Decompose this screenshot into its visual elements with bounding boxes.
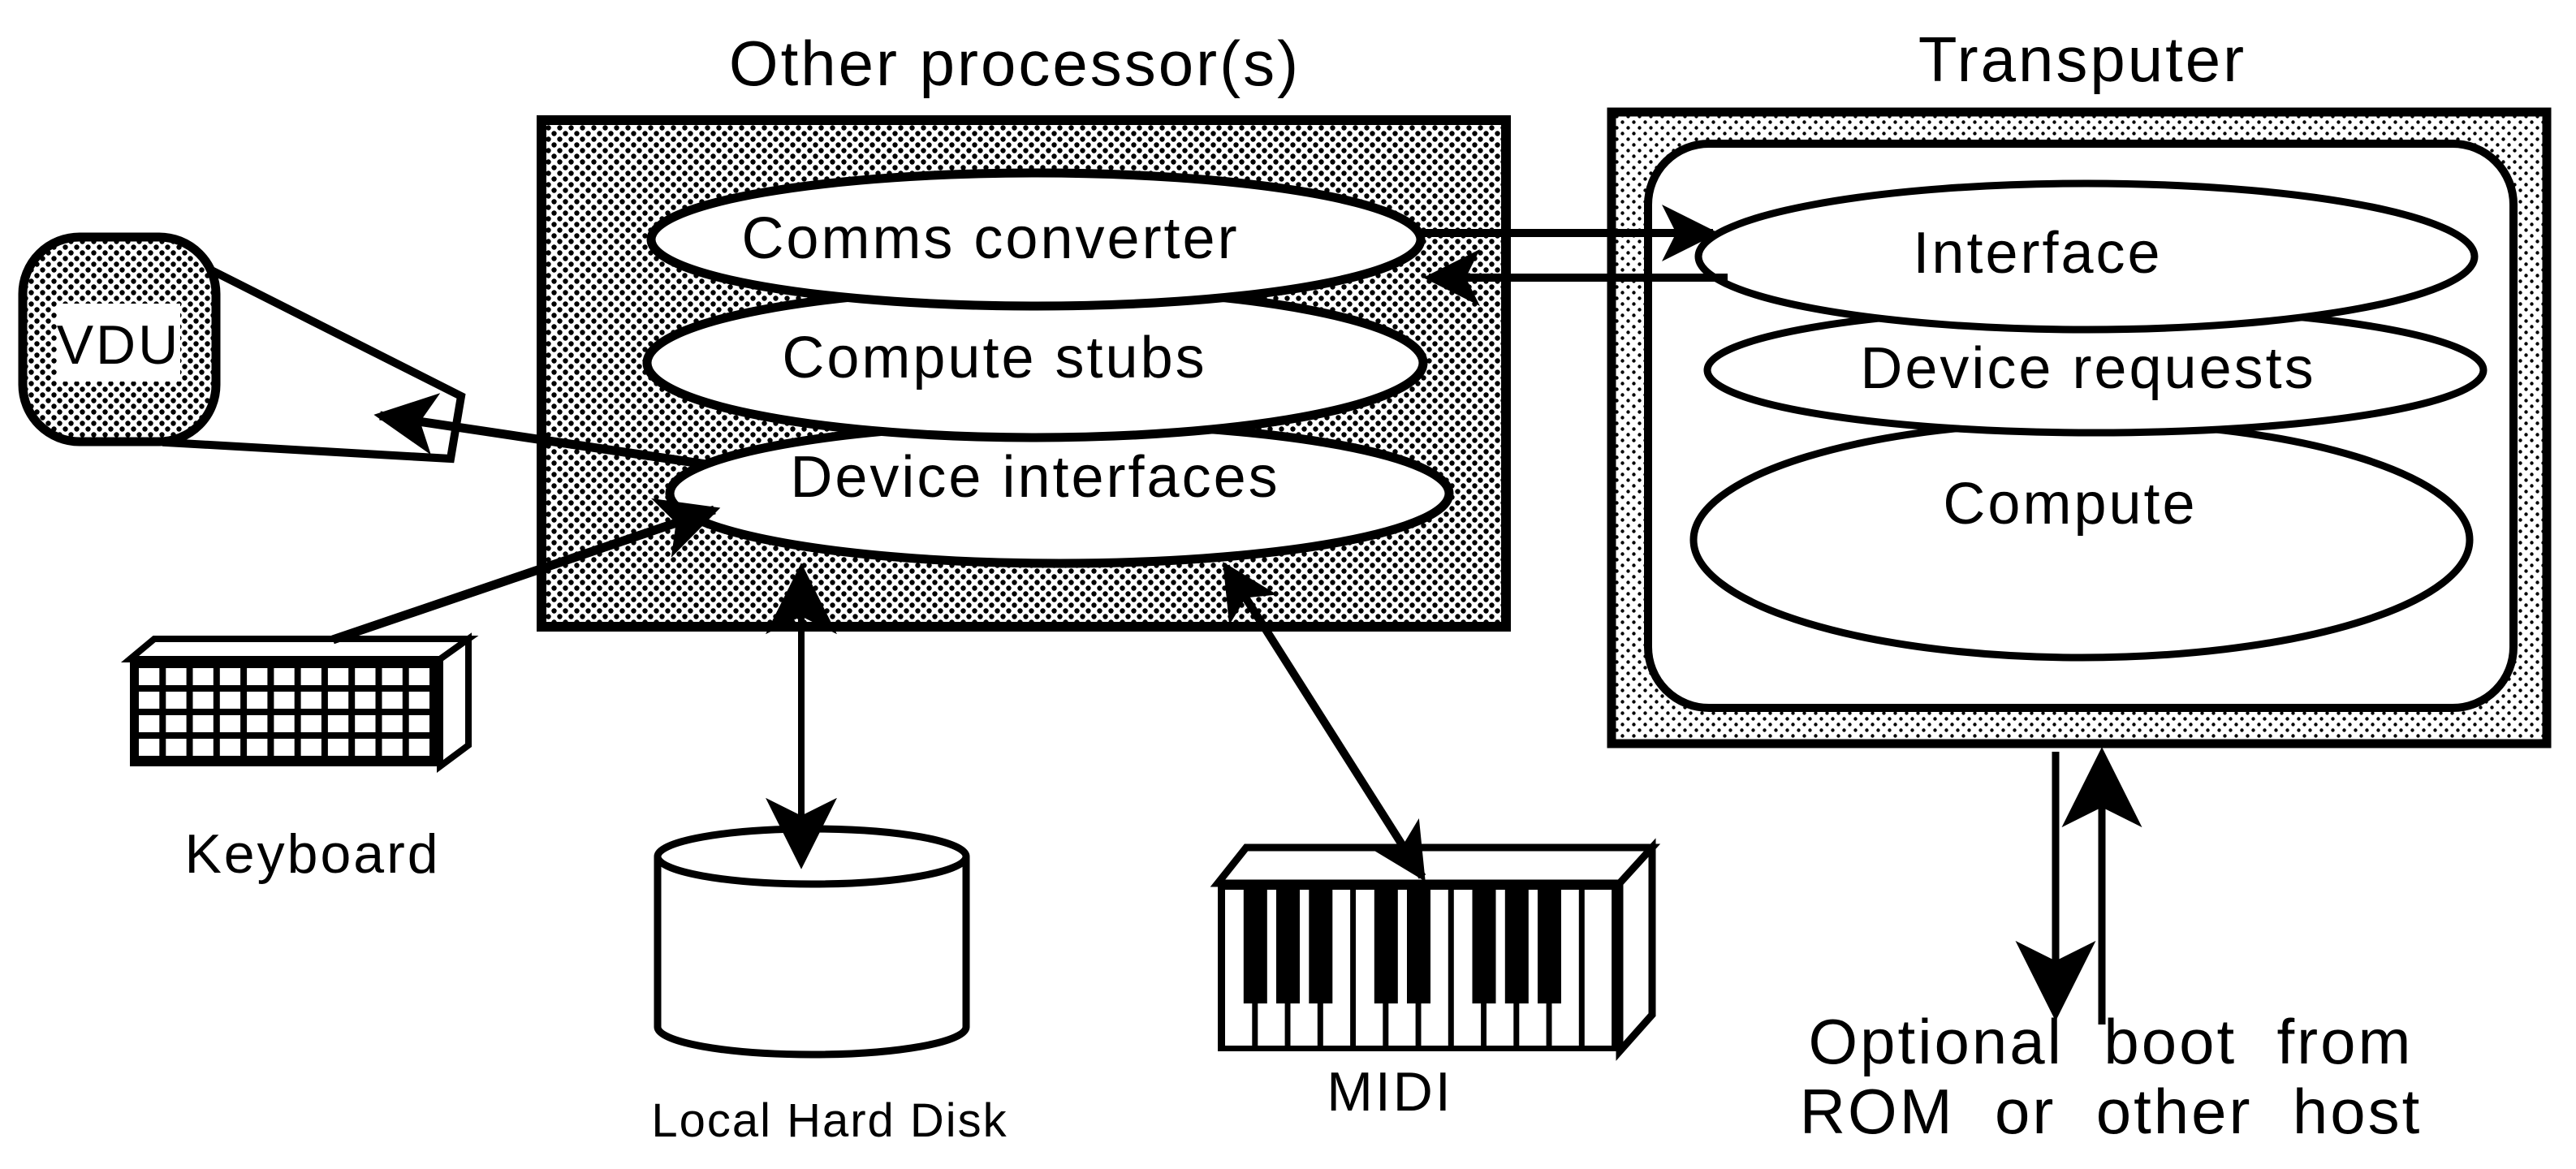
layer-compute: Compute bbox=[1689, 418, 2474, 662]
other-processor-box: Device interfaces Compute stubs Comms co… bbox=[537, 115, 1511, 632]
keyboard-key bbox=[382, 739, 403, 756]
keyboard-key bbox=[166, 668, 187, 685]
keyboard-key bbox=[300, 668, 321, 685]
keyboard-key bbox=[166, 739, 187, 756]
keyboard-key bbox=[139, 739, 160, 756]
keyboard-key bbox=[166, 692, 187, 709]
keyboard-key bbox=[408, 715, 429, 732]
transputer-box: Compute Device requests Interface bbox=[1607, 107, 2552, 748]
midi-side bbox=[1616, 838, 1656, 1061]
keyboard-key bbox=[192, 692, 214, 709]
boot-note-line1: Optional boot from bbox=[1808, 1006, 2413, 1077]
keyboard-key bbox=[219, 715, 241, 732]
keyboard-label: Keyboard bbox=[184, 823, 440, 885]
device-requests-label: Device requests bbox=[1860, 336, 2315, 401]
keyboard-key bbox=[300, 739, 321, 756]
layer-device-interfaces: Device interfaces bbox=[665, 419, 1454, 568]
keyboard-key bbox=[139, 668, 160, 685]
keyboard-key bbox=[382, 668, 403, 685]
midi-black-key bbox=[1374, 888, 1398, 1004]
transputer-title: Transputer bbox=[1918, 24, 2246, 95]
keyboard-key bbox=[274, 668, 295, 685]
layer-interface: Interface bbox=[1694, 179, 2479, 334]
keyboard-key bbox=[139, 715, 160, 732]
device-interfaces-label: Device interfaces bbox=[790, 445, 1279, 510]
keyboard-side bbox=[437, 632, 472, 773]
keyboard-key bbox=[274, 739, 295, 756]
comms-converter-label: Comms converter bbox=[741, 206, 1239, 271]
keyboard-key bbox=[408, 739, 429, 756]
keyboard-key bbox=[247, 715, 268, 732]
midi-white-key bbox=[1584, 890, 1612, 1046]
keyboard-key bbox=[327, 668, 349, 685]
midi-black-key bbox=[1504, 888, 1529, 1004]
layer-comms-converter: Comms converter bbox=[646, 168, 1426, 311]
midi-label: MIDI bbox=[1327, 1061, 1453, 1123]
compute-stubs-label: Compute stubs bbox=[782, 326, 1206, 390]
keyboard-key bbox=[300, 692, 321, 709]
boot-note-line2: ROM or other host bbox=[1800, 1076, 2423, 1147]
midi-black-key bbox=[1243, 888, 1267, 1004]
midi-top bbox=[1210, 843, 1661, 887]
midi-black-key bbox=[1538, 888, 1561, 1004]
keyboard-key bbox=[355, 739, 376, 756]
disk-top bbox=[654, 825, 970, 888]
midi-black-key bbox=[1276, 888, 1300, 1004]
vdu-label: VDU bbox=[57, 314, 181, 376]
compute-label: Compute bbox=[1943, 472, 2197, 537]
keyboard-key bbox=[274, 692, 295, 709]
midi-device: MIDI bbox=[1210, 838, 1661, 1123]
midi-black-key bbox=[1407, 888, 1430, 1004]
transputer-system-diagram: Other processor(s) Transputer Device int… bbox=[18, 24, 2552, 1147]
boot-arrows bbox=[2015, 747, 2142, 1024]
keyboard-device: Keyboard bbox=[120, 632, 479, 885]
keyboard-key bbox=[355, 715, 376, 732]
keyboard-key bbox=[192, 668, 214, 685]
disk-label: Local Hard Disk bbox=[651, 1094, 1008, 1147]
disk-device: Local Hard Disk bbox=[651, 825, 1008, 1147]
other-processor-title: Other processor(s) bbox=[729, 28, 1301, 99]
midi-black-key bbox=[1309, 888, 1333, 1004]
keyboard-key bbox=[274, 715, 295, 732]
keyboard-key bbox=[139, 692, 160, 709]
keyboard-key bbox=[355, 668, 376, 685]
keyboard-key bbox=[300, 715, 321, 732]
keyboard-key bbox=[355, 692, 376, 709]
keyboard-key bbox=[327, 692, 349, 709]
keyboard-key bbox=[327, 715, 349, 732]
keyboard-key bbox=[327, 739, 349, 756]
midi-black-key bbox=[1472, 888, 1496, 1004]
compute-ellipse bbox=[1689, 418, 2474, 662]
keyboard-key bbox=[219, 739, 241, 756]
keyboard-top bbox=[120, 636, 479, 662]
keyboard-key bbox=[166, 715, 187, 732]
layer-compute-stubs: Compute stubs bbox=[642, 283, 1428, 442]
interface-label: Interface bbox=[1913, 221, 2162, 286]
keyboard-key bbox=[219, 668, 241, 685]
keyboard-key bbox=[382, 692, 403, 709]
keyboard-key bbox=[382, 715, 403, 732]
keyboard-key bbox=[408, 692, 429, 709]
keyboard-key bbox=[192, 739, 214, 756]
keyboard-key bbox=[247, 692, 268, 709]
keyboard-key bbox=[247, 739, 268, 756]
keyboard-key bbox=[192, 715, 214, 732]
keyboard-key bbox=[247, 668, 268, 685]
vdu-device: VDU bbox=[18, 232, 466, 464]
keyboard-key bbox=[408, 668, 429, 685]
keyboard-key bbox=[219, 692, 241, 709]
